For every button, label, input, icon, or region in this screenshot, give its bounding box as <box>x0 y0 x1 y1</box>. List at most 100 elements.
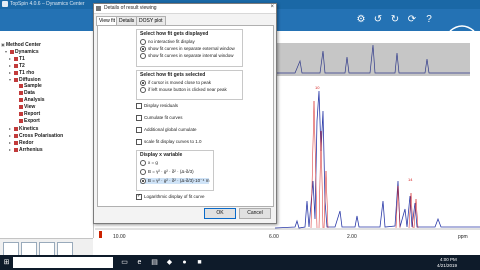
x-axis-unit: ppm <box>458 234 468 240</box>
checkbox-icon[interactable] <box>136 103 142 109</box>
table-icon[interactable] <box>57 242 73 256</box>
selection-option-click[interactable]: if left mouse button is clicked near pea… <box>140 87 227 93</box>
tree-item-t1rho[interactable]: ▸ T1 rho <box>9 69 34 76</box>
task-view-icon[interactable]: ▭ <box>120 258 129 267</box>
method-icon <box>14 56 18 61</box>
close-icon[interactable]: × <box>270 4 274 10</box>
selection-group-title: Select how fit gets selected <box>140 72 206 78</box>
variable-option-b-scaled[interactable]: B = γ² · g² · δ² · (Δ-δ/3)·10⁻⁴ m <box>140 178 210 184</box>
step-icon <box>19 97 23 102</box>
display-option-external[interactable]: show fit curves in separate external win… <box>140 46 235 52</box>
tree-item-kinetics[interactable]: ▸ Kinetics <box>9 125 38 132</box>
step-icon <box>19 118 23 123</box>
app-icon-taskbar[interactable]: ◆ <box>165 258 174 267</box>
step-icon <box>19 111 23 116</box>
dialog-title-bar: Details of result viewing × <box>94 4 276 14</box>
file-explorer-icon[interactable]: ▤ <box>150 258 159 267</box>
windows-start-icon[interactable]: ⊞ <box>2 258 11 267</box>
redo-icon[interactable]: ↻ <box>388 13 402 27</box>
radio-icon[interactable] <box>140 46 146 52</box>
settings-icon[interactable]: ⚙ <box>354 13 368 27</box>
checkbox-scale-fit[interactable]: scale fit display curves to 1.0 <box>136 139 202 145</box>
svg-text:10: 10 <box>315 85 320 90</box>
checkbox-cumulate-fit[interactable]: Cumulate fit curves <box>136 115 183 121</box>
refresh-icon[interactable]: ⟳ <box>405 13 419 27</box>
spectrum-icon[interactable] <box>3 242 19 256</box>
variable-group: Display x variable x = g B = γ² · g² · δ… <box>136 150 214 191</box>
tree-item-t1[interactable]: ▸ T1 <box>9 55 25 62</box>
checkbox-display-residuals[interactable]: Display residuals <box>136 103 178 109</box>
svg-text:14: 14 <box>408 177 413 182</box>
plot-icon[interactable] <box>39 242 55 256</box>
method-icon <box>14 70 18 75</box>
tree-item-sample[interactable]: Sample <box>14 83 42 90</box>
x-axis: 10.00 6.00 2.00 ppm <box>95 233 480 241</box>
tree-item-arrhenius[interactable]: ▸ Arrhenius <box>9 146 43 153</box>
details-dialog: Details of result viewing × View fit Det… <box>93 3 277 224</box>
tab-dosy-plot[interactable]: DOSY plot <box>136 16 166 25</box>
tree-item-data[interactable]: Data <box>14 90 35 97</box>
cursor-marker[interactable] <box>99 231 102 238</box>
variable-group-title: Display x variable <box>140 152 183 158</box>
checkbox-icon[interactable] <box>136 139 142 145</box>
help-icon[interactable]: ? <box>422 13 436 27</box>
display-option-none[interactable]: no interactive fit display <box>140 39 195 45</box>
checkbox-logarithmic[interactable]: Logarithmic display of fit curve <box>136 193 205 200</box>
checkbox-icon[interactable] <box>136 115 142 121</box>
app-icon-taskbar[interactable]: ■ <box>195 258 204 267</box>
variable-option-b[interactable]: B = γ² · g² · δ² · (Δ-δ/3) <box>140 169 194 175</box>
variable-option-g[interactable]: x = g <box>140 160 158 166</box>
edge-icon[interactable]: e <box>135 258 144 267</box>
radio-icon[interactable] <box>140 169 146 175</box>
app-title: TopSpin 4.0.6 – Dynamics Center <box>10 1 85 7</box>
method-icon <box>14 147 18 152</box>
display-group-title: Select how fit gets displayed <box>140 31 209 37</box>
app-icon <box>2 1 8 7</box>
taskbar: ⊞ ▭ e ▤ ◆ ● ■ 4:00 PM 4/21/2019 <box>0 255 480 270</box>
method-icon <box>14 133 18 138</box>
clock-time[interactable]: 4:00 PM <box>440 257 457 262</box>
tree-item-t2[interactable]: ▸ T2 <box>9 62 25 69</box>
radio-icon[interactable] <box>140 87 146 93</box>
dialog-app-icon <box>96 6 101 11</box>
x-tick-label: 10.00 <box>113 234 126 240</box>
selection-group: Select how fit gets selected if cursor i… <box>136 70 243 100</box>
tree-item-dynamics[interactable]: ▾ Dynamics <box>5 48 39 55</box>
tree-item-method-center[interactable]: ▣Method Center <box>1 41 41 48</box>
tree-item-view[interactable]: View <box>14 104 35 111</box>
tree-item-diffusion[interactable]: ▾ Diffusion <box>9 76 41 83</box>
clock-date[interactable]: 4/21/2019 <box>437 263 457 268</box>
method-icon <box>14 77 18 82</box>
display-option-internal[interactable]: show fit curves in separate internal win… <box>140 53 234 59</box>
app-icon-taskbar[interactable]: ● <box>180 258 189 267</box>
tree-item-export[interactable]: Export <box>14 118 40 125</box>
checkbox-icon[interactable] <box>136 127 142 133</box>
radio-icon[interactable] <box>140 178 146 184</box>
tree-item-cross-polarisation[interactable]: ▸ Cross Polarisation <box>9 132 63 139</box>
folder-icon <box>10 49 14 54</box>
radio-icon[interactable] <box>140 39 146 45</box>
checkbox-global-cumulate[interactable]: Additional global cumulate <box>136 127 197 133</box>
checkbox-icon[interactable] <box>136 193 142 200</box>
step-icon <box>19 104 23 109</box>
tab-details[interactable]: Details <box>116 16 138 25</box>
tree-item-redor[interactable]: ▸ Redor <box>9 139 33 146</box>
ok-button[interactable]: OK <box>204 208 236 219</box>
dialog-title: Details of result viewing <box>104 5 157 11</box>
radio-icon[interactable] <box>140 160 146 166</box>
undo-icon[interactable]: ↺ <box>371 13 385 27</box>
fit-curve-icon[interactable] <box>21 242 37 256</box>
selection-option-cursor[interactable]: if cursor is moved close to peak <box>140 80 211 86</box>
view-fit-panel: Select how fit gets displayed no interac… <box>97 25 274 207</box>
x-tick-label: 2.00 <box>347 234 357 240</box>
tree-item-analysis[interactable]: Analysis <box>14 97 45 104</box>
method-icon <box>14 126 18 131</box>
tree-item-report[interactable]: Report <box>14 111 40 118</box>
radio-icon[interactable] <box>140 53 146 59</box>
radio-icon[interactable] <box>140 80 146 86</box>
display-group: Select how fit gets displayed no interac… <box>136 29 243 67</box>
taskbar-search-input[interactable] <box>13 257 113 268</box>
cancel-button[interactable]: Cancel <box>239 208 271 219</box>
method-icon <box>14 140 18 145</box>
step-icon <box>19 90 23 95</box>
